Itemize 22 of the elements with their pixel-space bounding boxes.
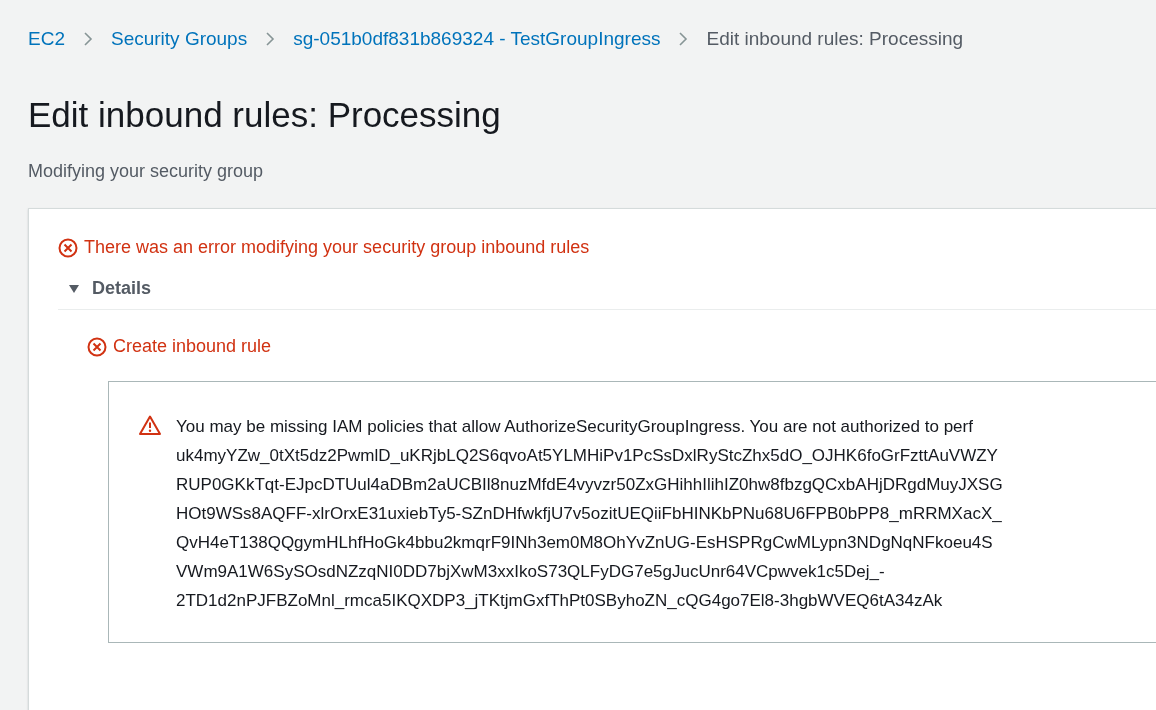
breadcrumb-link[interactable]: Security Groups [110,28,248,50]
message-line: uk4myYZw_0tXt5dz2PwmlD_uKRjbLQ2S6qvoAt5YLMHiPv1PcSsDxlRyStcZhx5dO_OJHK6foGrFzttAuVWZY [176,445,999,467]
chevron-right-icon [265,31,276,47]
message-line: 2TD1d2nPJFBZoMnl_rmca5IKQXDP3_jTKtjmGxfThPt0SByhoZN_cQG4go7El8-3hgbWVEQ6tA34zAk [176,590,944,612]
chevron-right-icon [678,31,689,47]
details-toggle[interactable]: Details [58,278,1156,310]
error-message: There was an error modifying your security group inbound rules [84,237,590,258]
message-line: VWm9A1W6SySOsdNZzqNI0DD7bjXwM3xxIkoS73QLFyDG7e5gJucUnr64VCpwvek1c5Dej_- [176,561,886,583]
error-item-title: Create inbound rule [113,336,272,357]
page-title: Edit inbound rules: Processing [28,94,502,136]
breadcrumb-link[interactable]: EC2 [28,28,65,50]
page-subtitle: Modifying your security group [28,161,265,182]
message-line: You may be missing IAM policies that allow AuthorizeSecurityGroupIngress. You are not authorized to perf [176,416,974,438]
breadcrumb-link[interactable]: sg-051b0df831b869324 - TestGroupIngress [293,28,661,50]
error-icon [58,237,78,258]
message-line: HOt9WSs8AQFF-xlrOrxE31uxiebTy5-SZnDHfwkfjU7v5ozitUEQiiFbHINKbPNu68U6FPB0bPP8_mRRMXacX_ [176,503,1003,525]
message-line: RUP0GKkTqt-EJpcDTUul4aDBm2aUCBIl8nuzMfdE4vyvzr50ZxGHihhIlihIZ0hw8fbzgQCxbAHjDRgdMuyJXSG [176,474,1003,496]
chevron-right-icon [82,31,93,47]
message-line: QvH4eT138QQgymHLhfHoGk4bbu2kmqrF9INh3em0M8OhYvZnUG-EsHSPRgCwMLypn3NDgNqNFkoeu4S [176,532,994,554]
breadcrumb-current: Edit inbound rules: Processing [706,28,964,50]
error-icon [87,336,107,357]
warning-icon [139,415,161,435]
